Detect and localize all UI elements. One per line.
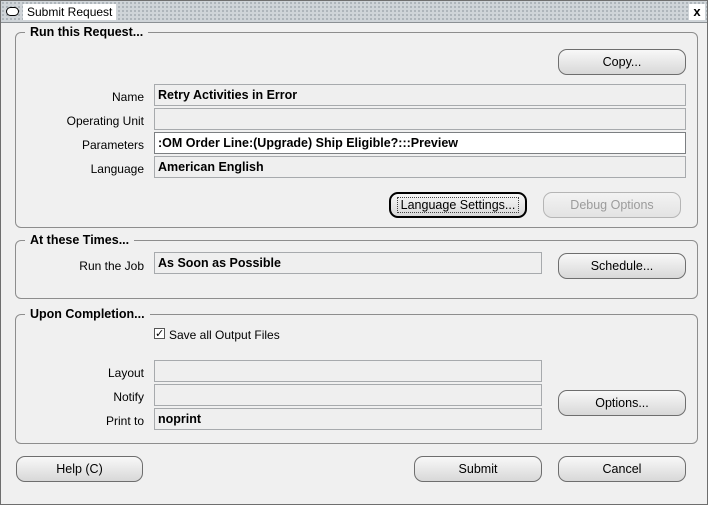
options-button[interactable]: Options... — [558, 390, 686, 416]
notify-label: Notify — [113, 390, 144, 404]
completion-legend: Upon Completion... — [25, 306, 150, 322]
window-title: Submit Request — [23, 4, 117, 20]
cancel-button[interactable]: Cancel — [558, 456, 686, 482]
parameters-field[interactable]: :OM Order Line:(Upgrade) Ship Eligible?:… — [154, 132, 686, 154]
debug-options-button[interactable]: Debug Options — [543, 192, 681, 218]
schedule-button[interactable]: Schedule... — [558, 253, 686, 279]
run-job-label: Run the Job — [79, 259, 144, 273]
window-menu-icon[interactable] — [6, 7, 19, 16]
parameters-label: Parameters — [81, 138, 144, 152]
save-output-checkbox[interactable]: ✓ — [154, 328, 165, 340]
print-to-label: Print to — [105, 414, 144, 428]
language-label: Language — [90, 162, 144, 176]
language-settings-button[interactable]: Language Settings... — [389, 192, 527, 218]
title-bar[interactable]: Submit Request x — [1, 1, 707, 23]
name-label: Name — [111, 90, 144, 104]
close-icon[interactable]: x — [689, 4, 705, 20]
name-field[interactable]: Retry Activities in Error — [154, 84, 686, 106]
layout-field[interactable] — [154, 360, 542, 382]
save-output-label[interactable]: Save all Output Files — [169, 328, 280, 342]
operating-unit-label: Operating Unit — [66, 114, 144, 128]
submit-button[interactable]: Submit — [414, 456, 542, 482]
layout-label: Layout — [107, 366, 144, 380]
language-settings-label: Language Settings... — [396, 197, 520, 213]
notify-field[interactable] — [154, 384, 542, 406]
submit-request-window: Submit Request x Run this Request... Cop… — [0, 0, 708, 505]
run-request-legend: Run this Request... — [25, 24, 149, 40]
run-job-field[interactable]: As Soon as Possible — [154, 252, 542, 274]
operating-unit-field[interactable] — [154, 108, 686, 130]
copy-button[interactable]: Copy... — [558, 49, 686, 75]
language-field[interactable]: American English — [154, 156, 686, 178]
help-button[interactable]: Help (C) — [16, 456, 143, 482]
print-to-field[interactable]: noprint — [154, 408, 542, 430]
times-legend: At these Times... — [25, 232, 135, 248]
